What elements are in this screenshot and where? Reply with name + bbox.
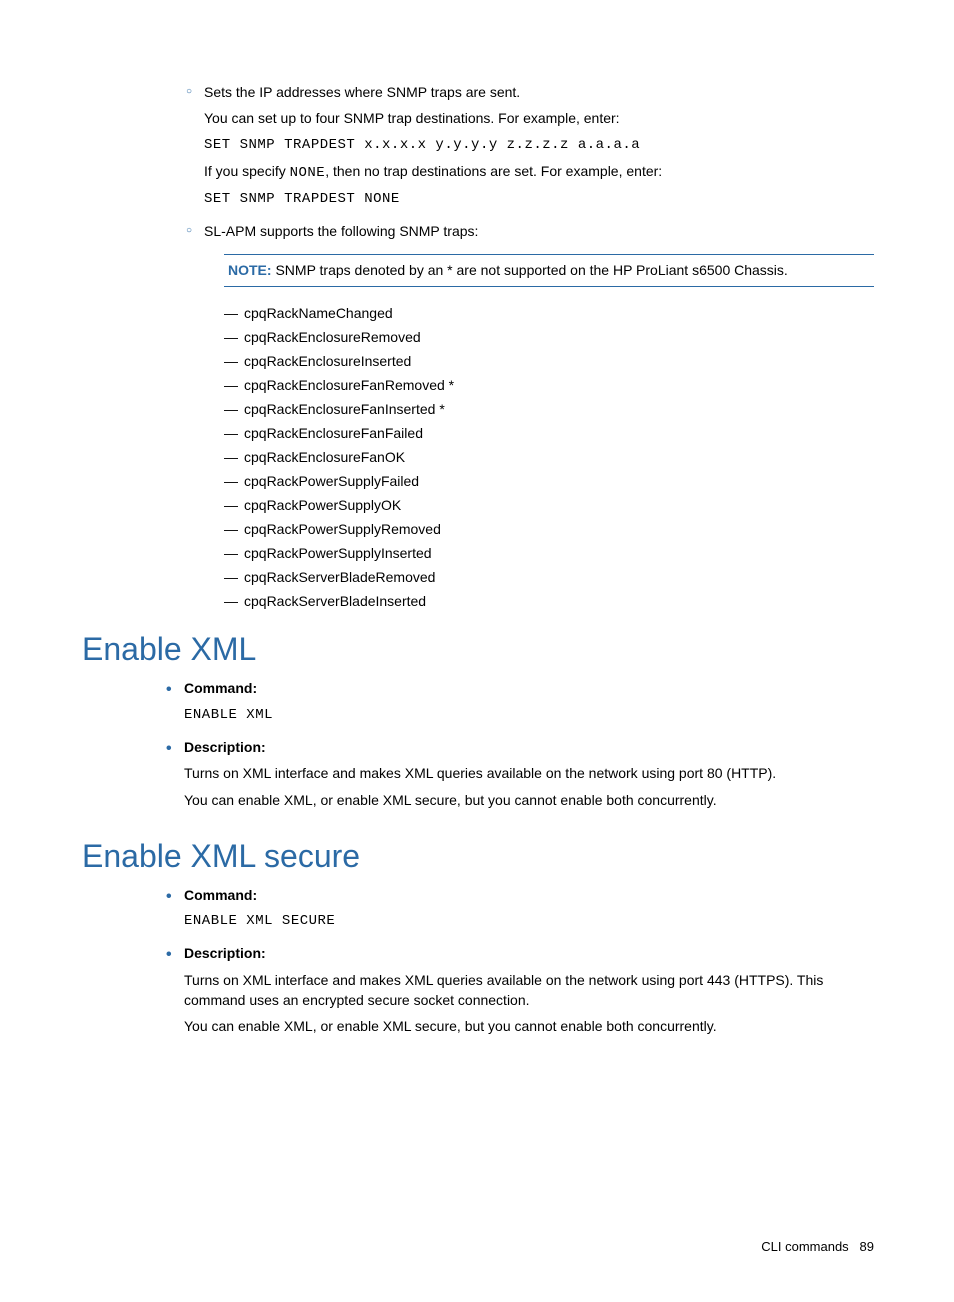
body-text: Turns on XML interface and makes XML que… — [184, 763, 874, 783]
page-number: 89 — [860, 1239, 874, 1254]
command-label: Command: — [184, 887, 257, 903]
list-item: —cpqRackNameChanged — [224, 305, 874, 321]
list-item: —cpqRackServerBladeRemoved — [224, 569, 874, 585]
bullet-icon: • — [166, 943, 184, 1042]
note-callout: NOTE: SNMP traps denoted by an * are not… — [224, 254, 874, 288]
note-text: SNMP traps denoted by an * are not suppo… — [272, 262, 788, 278]
list-item: • Command: ENABLE XML — [166, 678, 874, 731]
page-footer: CLI commands 89 — [761, 1239, 874, 1254]
list-item: • Description: Turns on XML interface an… — [166, 943, 874, 1042]
bullet-icon: • — [166, 678, 184, 731]
list-item: —cpqRackPowerSupplyInserted — [224, 545, 874, 561]
list-item: —cpqRackServerBladeInserted — [224, 593, 874, 609]
body-text: You can enable XML, or enable XML secure… — [184, 790, 874, 810]
list-item: —cpqRackEnclosureFanFailed — [224, 425, 874, 441]
list-item: —cpqRackPowerSupplyRemoved — [224, 521, 874, 537]
sub-list-item: ○ Sets the IP addresses where SNMP traps… — [186, 82, 874, 215]
command-label: Command: — [184, 680, 257, 696]
description-label: Description: — [184, 945, 266, 961]
list-item: • Command: ENABLE XML SECURE — [166, 885, 874, 938]
body-text: If you specify NONE, then no trap destin… — [204, 161, 874, 183]
list-item: —cpqRackPowerSupplyFailed — [224, 473, 874, 489]
bullet-icon: ○ — [186, 221, 204, 247]
list-item: —cpqRackEnclosureInserted — [224, 353, 874, 369]
code-text: ENABLE XML — [184, 705, 874, 725]
list-item: —cpqRackPowerSupplyOK — [224, 497, 874, 513]
code-text: ENABLE XML SECURE — [184, 911, 874, 931]
sub-list-item: ○ SL-APM supports the following SNMP tra… — [186, 221, 874, 247]
list-item: —cpqRackEnclosureFanRemoved * — [224, 377, 874, 393]
bullet-icon: • — [166, 885, 184, 938]
body-text: Sets the IP addresses where SNMP traps a… — [204, 82, 874, 102]
body-text: Turns on XML interface and makes XML que… — [184, 970, 874, 1011]
code-text: SET SNMP TRAPDEST x.x.x.x y.y.y.y z.z.z.… — [204, 135, 874, 155]
trap-list: —cpqRackNameChanged —cpqRackEnclosureRem… — [224, 305, 874, 609]
list-item: —cpqRackEnclosureFanInserted * — [224, 401, 874, 417]
sub-content: SL-APM supports the following SNMP traps… — [204, 221, 874, 247]
footer-section: CLI commands — [761, 1239, 848, 1254]
list-item: —cpqRackEnclosureFanOK — [224, 449, 874, 465]
list-item: • Description: Turns on XML interface an… — [166, 737, 874, 816]
list-item: —cpqRackEnclosureRemoved — [224, 329, 874, 345]
heading-enable-xml-secure: Enable XML secure — [82, 838, 874, 875]
body-text: You can set up to four SNMP trap destina… — [204, 108, 874, 128]
sub-content: Sets the IP addresses where SNMP traps a… — [204, 82, 874, 215]
body-text: You can enable XML, or enable XML secure… — [184, 1016, 874, 1036]
heading-enable-xml: Enable XML — [82, 631, 874, 668]
bullet-icon: ○ — [186, 82, 204, 215]
note-label: NOTE: — [228, 262, 272, 278]
bullet-icon: • — [166, 737, 184, 816]
description-label: Description: — [184, 739, 266, 755]
body-text: SL-APM supports the following SNMP traps… — [204, 221, 874, 241]
code-text: SET SNMP TRAPDEST NONE — [204, 189, 874, 209]
